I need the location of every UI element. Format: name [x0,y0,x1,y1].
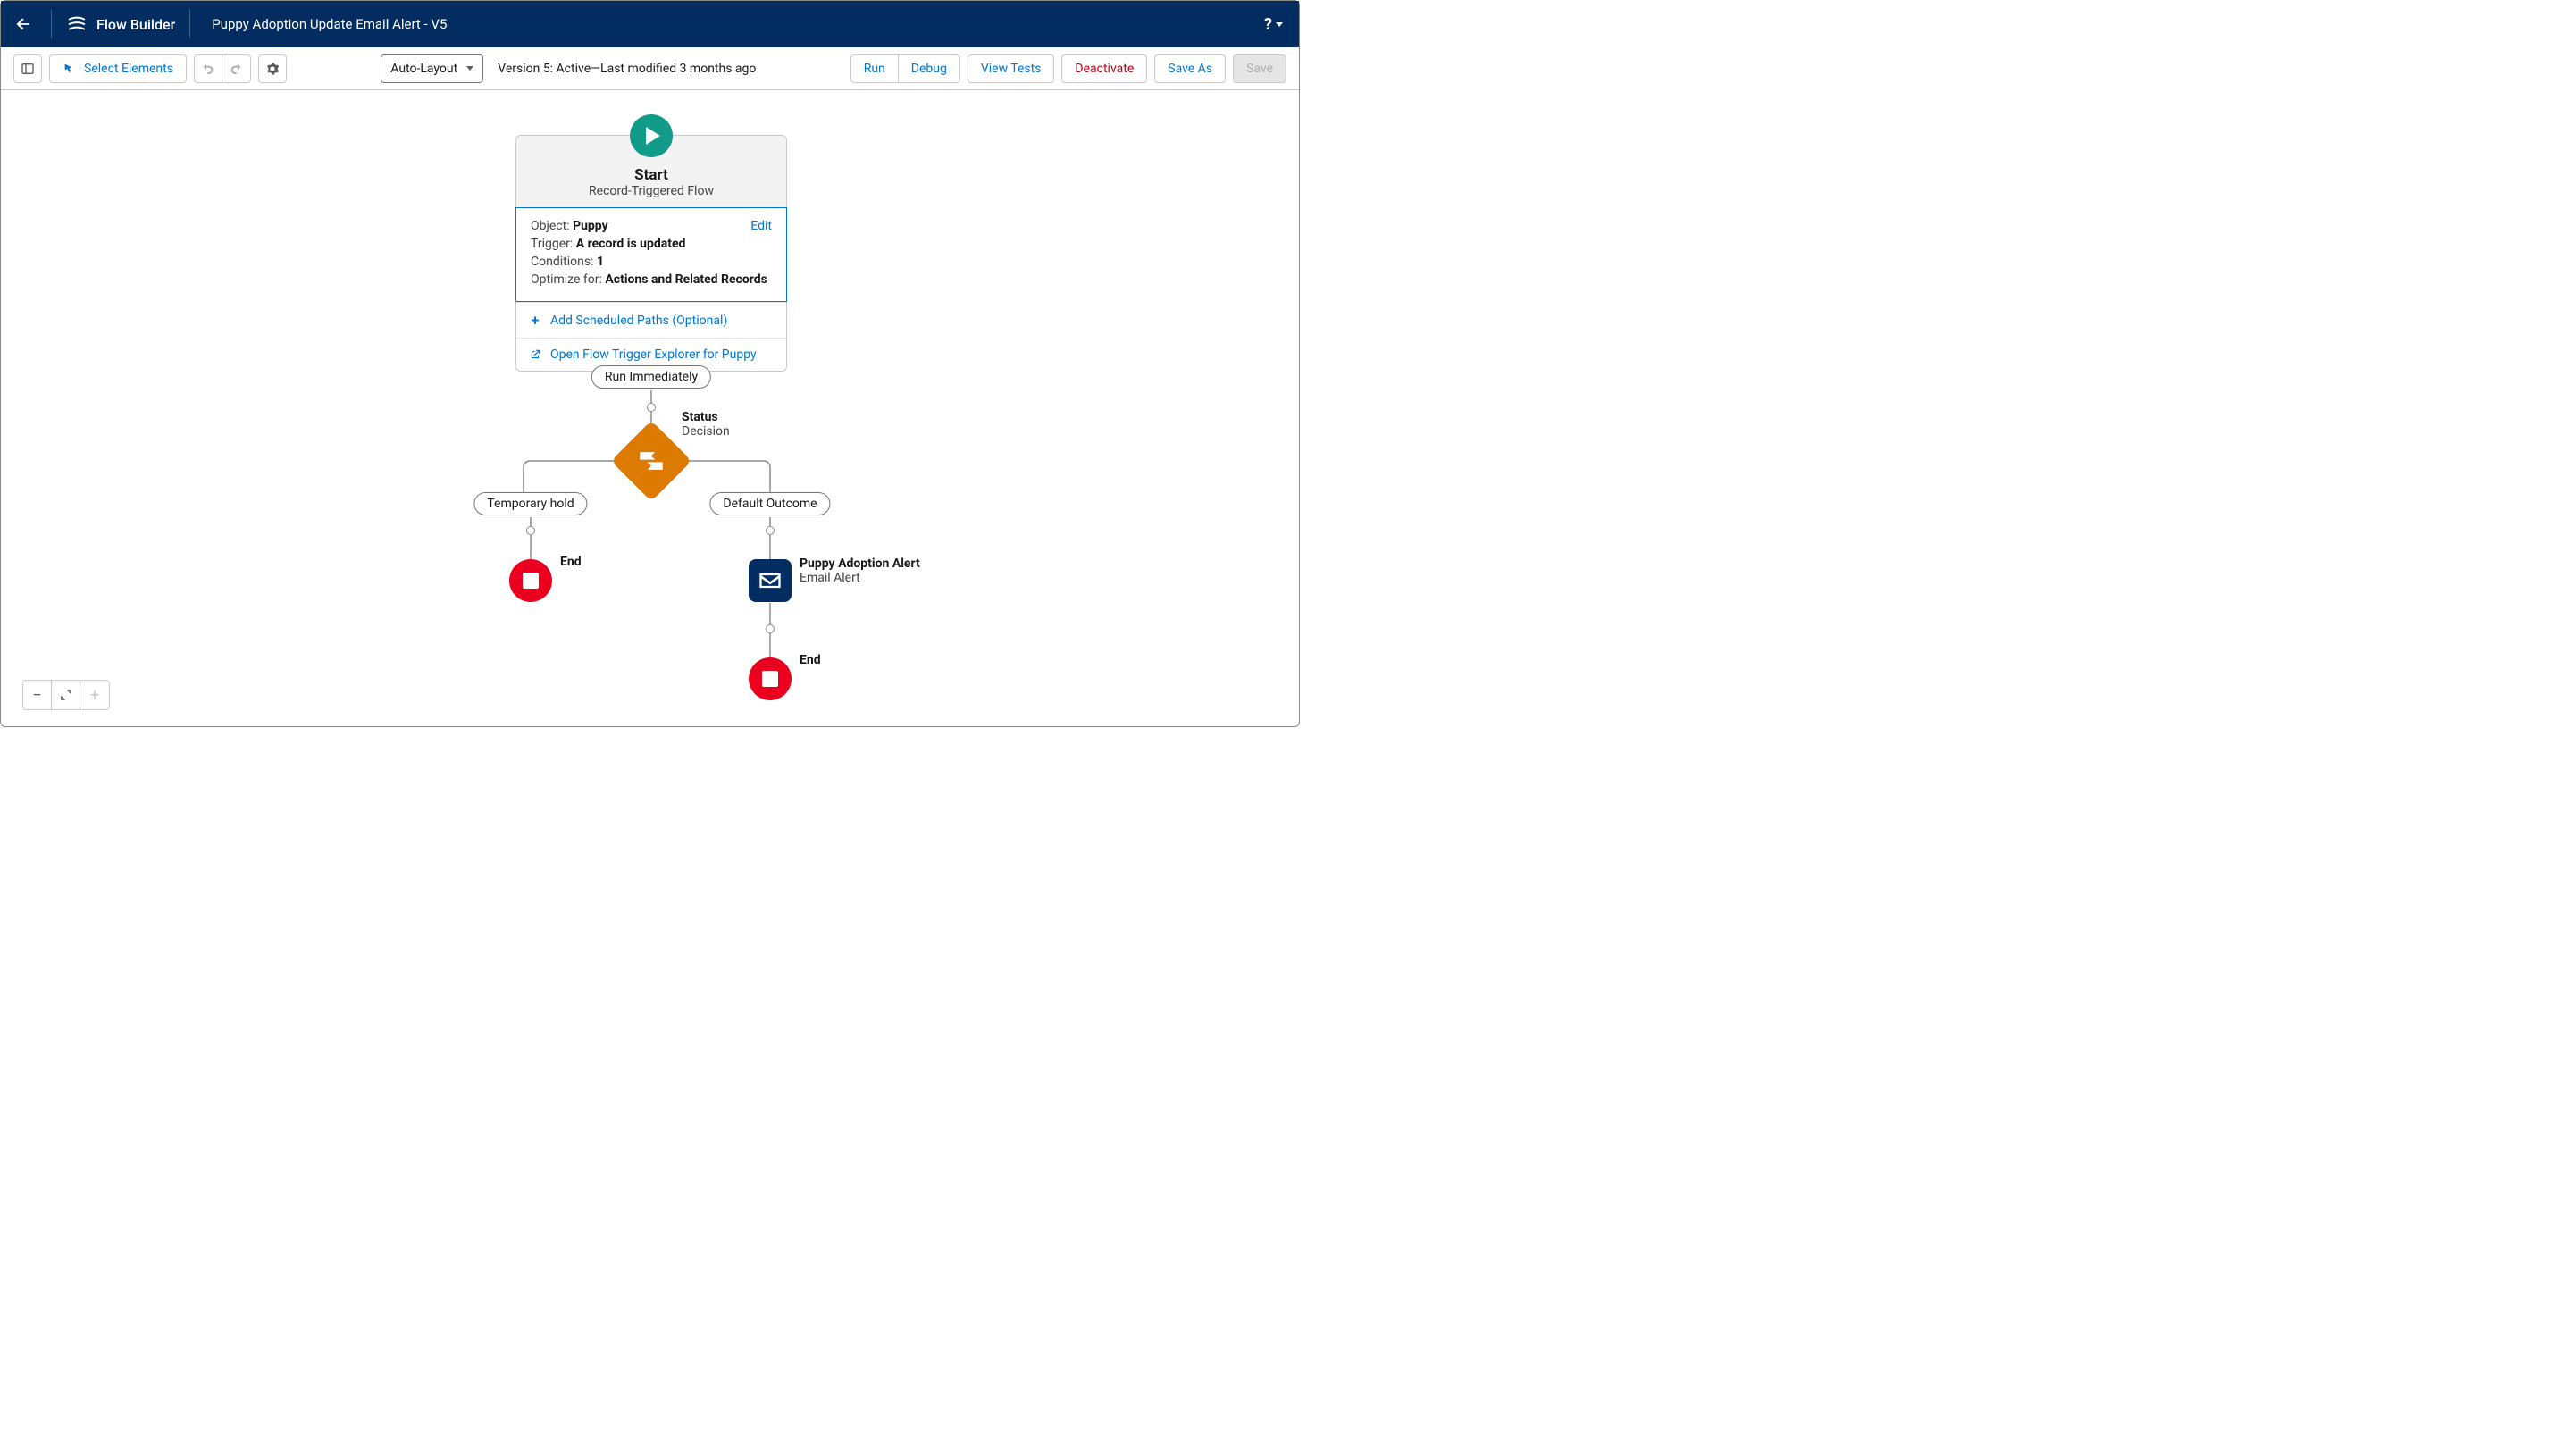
zoom-fit-button[interactable] [52,681,80,709]
decision-element[interactable] [611,421,692,502]
zoom-out-button[interactable]: − [23,681,52,709]
email-alert-label-wrap: Puppy Adoption Alert Email Alert [800,556,920,585]
plus-icon: + [90,686,99,705]
path-run-immediately[interactable]: Run Immediately [591,365,711,389]
version-status: Version 5: Active—Last modified 3 months… [498,62,756,76]
decision-icon [636,446,666,476]
flow-name: Puppy Adoption Update Email Alert - V5 [196,16,447,32]
start-config-panel[interactable]: Edit Object: Puppy Trigger: A record is … [515,207,787,302]
flow-builder-icon [66,13,88,35]
deactivate-label: Deactivate [1075,62,1134,76]
settings-button[interactable] [258,54,287,83]
optimize-value: Actions and Related Records [605,272,767,287]
end-element-left[interactable] [509,559,552,602]
start-play-icon [630,114,673,157]
edit-start-link[interactable]: Edit [750,219,772,233]
chevron-down-icon [466,66,473,71]
save-as-label: Save As [1168,62,1212,76]
object-value: Puppy [573,219,608,233]
undo-icon [201,62,215,76]
add-element-connector[interactable] [766,624,775,633]
deactivate-button[interactable]: Deactivate [1061,54,1147,83]
add-element-connector[interactable] [647,403,656,412]
toggle-panel-button[interactable] [13,54,42,83]
sidebar-icon [21,62,35,76]
debug-label: Debug [911,62,947,76]
start-element[interactable]: Start Record-Triggered Flow Edit Object:… [515,135,787,372]
email-icon [758,568,783,593]
undo-redo-group [194,54,251,83]
email-alert-type: Email Alert [800,571,920,585]
app-title-group: Flow Builder [57,13,184,35]
flow-canvas[interactable]: Start Record-Triggered Flow Edit Object:… [1,90,1299,726]
start-subtitle: Record-Triggered Flow [525,184,777,198]
redo-icon [229,62,243,76]
path-run-immediately-label: Run Immediately [605,370,698,384]
save-button[interactable]: Save [1233,54,1286,83]
end-element-right[interactable] [749,657,792,700]
layout-mode-select[interactable]: Auto-Layout [381,54,483,83]
object-key: Object: [531,219,570,233]
run-debug-group: Run Debug [850,54,960,83]
save-as-button[interactable]: Save As [1154,54,1226,83]
outcome-default-label: Default Outcome [723,497,817,511]
run-button[interactable]: Run [850,54,899,83]
add-element-connector[interactable] [526,526,535,535]
add-scheduled-paths-link[interactable]: + Add Scheduled Paths (Optional) [516,302,786,338]
outcome-temporary-hold-label: Temporary hold [487,497,574,511]
app-title: Flow Builder [96,16,175,33]
view-tests-label: View Tests [981,62,1042,76]
email-alert-name: Puppy Adoption Alert [800,556,920,571]
email-alert-element[interactable] [749,559,792,602]
select-elements-button[interactable]: Select Elements [49,54,187,83]
add-element-connector[interactable] [766,526,775,535]
toolbar: Select Elements Auto-Layout Version 5: A… [1,47,1299,90]
chevron-down-icon [1276,22,1283,27]
gear-icon [265,62,280,76]
help-icon: ? [1264,15,1272,34]
divider [189,10,190,38]
zoom-in-button[interactable]: + [80,681,109,709]
layout-mode-value: Auto-Layout [390,62,457,76]
zoom-controls: − + [22,680,110,710]
outcome-temporary-hold[interactable]: Temporary hold [473,492,587,515]
app-header: Flow Builder Puppy Adoption Update Email… [1,1,1299,47]
decision-type: Decision [682,424,730,439]
plus-icon: + [529,312,541,329]
fit-screen-icon [60,689,72,701]
open-new-icon [529,348,541,361]
end-left-label: End [560,555,582,569]
run-label: Run [864,62,885,76]
redo-button[interactable] [222,54,251,83]
trigger-key: Trigger: [531,237,573,251]
open-trigger-explorer-label: Open Flow Trigger Explorer for Puppy [550,347,757,362]
help-menu[interactable]: ? [1257,10,1290,39]
debug-button[interactable]: Debug [899,54,960,83]
trigger-value: A record is updated [576,237,686,251]
back-button[interactable] [1,1,46,47]
outcome-default[interactable]: Default Outcome [709,492,830,515]
conditions-key: Conditions: [531,255,593,269]
optimize-key: Optimize for: [531,272,602,287]
minus-icon: − [32,686,41,705]
view-tests-button[interactable]: View Tests [968,54,1055,83]
cursor-click-icon [63,62,77,76]
divider [51,10,52,38]
decision-label: Status Decision [682,410,730,439]
select-elements-label: Select Elements [84,62,173,76]
conditions-value: 1 [597,255,604,269]
undo-button[interactable] [194,54,222,83]
add-scheduled-paths-label: Add Scheduled Paths (Optional) [550,314,727,328]
end-right-label-wrap: End [800,653,821,667]
decision-name: Status [682,410,730,424]
save-label: Save [1246,62,1273,76]
end-right-label: End [800,653,821,667]
end-left-label-wrap: End [560,555,582,569]
arrow-left-icon [14,15,32,33]
start-title: Start [525,166,777,184]
